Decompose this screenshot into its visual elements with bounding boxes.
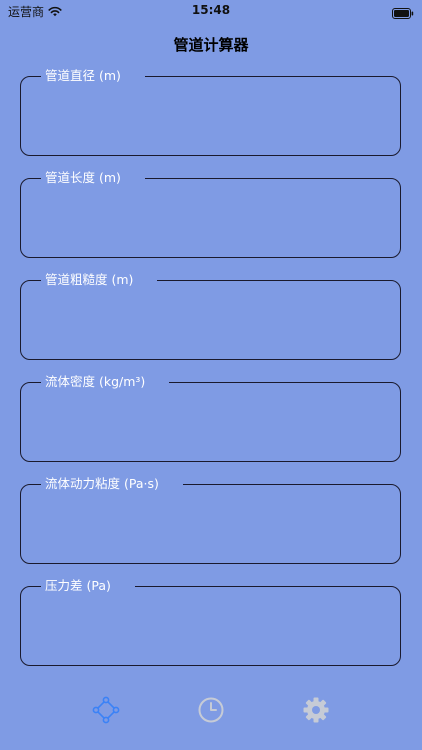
tab-calculator[interactable] <box>90 694 122 726</box>
pressure-difference-label: 压力差 (Pa) <box>45 578 111 593</box>
pressure-difference-field[interactable]: 压力差 (Pa) <box>20 578 401 666</box>
dynamic-viscosity-field[interactable]: 流体动力粘度 (Pa·s) <box>20 476 401 564</box>
pipe-diameter-input[interactable] <box>35 99 386 141</box>
fluid-density-label: 流体密度 (kg/m³) <box>45 374 146 389</box>
clock-icon <box>198 697 224 723</box>
pipe-length-label: 管道长度 (m) <box>45 170 121 185</box>
fluid-density-input[interactable] <box>35 405 386 447</box>
pipe-length-input[interactable] <box>35 201 386 243</box>
tab-settings[interactable] <box>300 694 332 726</box>
page-title: 管道计算器 <box>173 36 249 54</box>
pipe-roughness-field[interactable]: 管道粗糙度 (m) <box>20 272 401 360</box>
tab-bar <box>0 690 422 730</box>
calculator-nodes-icon <box>92 696 120 724</box>
pressure-difference-input[interactable] <box>35 609 386 651</box>
dynamic-viscosity-label: 流体动力粘度 (Pa·s) <box>45 476 159 491</box>
pipe-length-field[interactable]: 管道长度 (m) <box>20 170 401 258</box>
pipe-roughness-label: 管道粗糙度 (m) <box>45 272 134 287</box>
status-time: 15:48 <box>191 3 231 17</box>
tab-history[interactable] <box>195 694 227 726</box>
fluid-density-field[interactable]: 流体密度 (kg/m³) <box>20 374 401 462</box>
status-bar: 运营商 15:48 <box>0 0 422 22</box>
pipe-diameter-label: 管道直径 (m) <box>45 68 121 83</box>
battery-icon <box>392 4 414 23</box>
pipe-roughness-input[interactable] <box>35 303 386 345</box>
dynamic-viscosity-input[interactable] <box>35 507 386 549</box>
gear-icon <box>303 697 329 723</box>
pipe-diameter-field[interactable]: 管道直径 (m) <box>20 68 401 156</box>
